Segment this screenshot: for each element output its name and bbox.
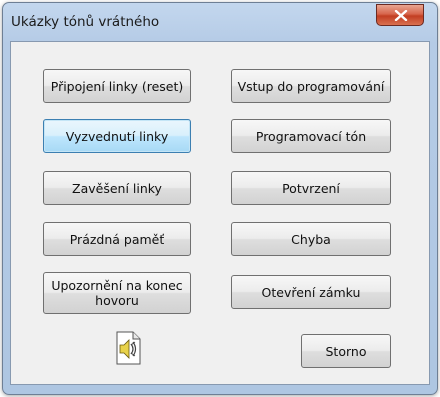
chyba-button[interactable]: Chyba bbox=[231, 222, 391, 256]
zaveseni-linky-button[interactable]: Zavěšení linky bbox=[43, 171, 191, 205]
dialog-window: Ukázky tónů vrátného Připojení linky (re… bbox=[2, 2, 438, 395]
window-title: Ukázky tónů vrátného bbox=[11, 14, 160, 30]
close-button[interactable] bbox=[376, 4, 424, 26]
programovaci-ton-button[interactable]: Programovací tón bbox=[231, 119, 391, 153]
otevreni-zamku-button[interactable]: Otevření zámku bbox=[231, 275, 391, 309]
pripojeni-linky-button[interactable]: Připojení linky (reset) bbox=[43, 69, 191, 103]
prazdna-pamet-button[interactable]: Prázdná paměť bbox=[43, 222, 191, 256]
vstup-do-programovani-button[interactable]: Vstup do programování bbox=[231, 69, 391, 103]
storno-button[interactable]: Storno bbox=[301, 334, 391, 368]
dialog-content: Připojení linky (reset) Vyzvednutí linky… bbox=[10, 41, 430, 385]
title-bar[interactable]: Ukázky tónů vrátného bbox=[3, 3, 437, 41]
speaker-document-icon[interactable] bbox=[114, 331, 142, 365]
upozorneni-button[interactable]: Upozornění na konec hovoru bbox=[43, 272, 191, 314]
vyzvednuti-linky-button[interactable]: Vyzvednutí linky bbox=[43, 119, 191, 153]
potvrzeni-button[interactable]: Potvrzení bbox=[231, 171, 391, 205]
close-x-icon bbox=[394, 10, 408, 21]
